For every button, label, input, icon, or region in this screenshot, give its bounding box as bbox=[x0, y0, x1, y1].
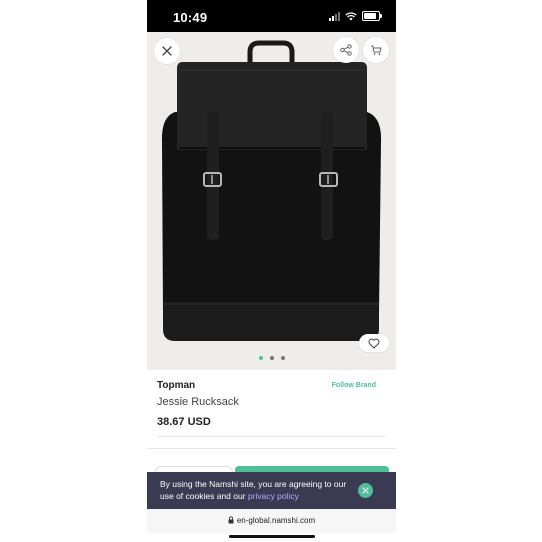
heart-icon bbox=[368, 338, 380, 349]
product-photo bbox=[161, 40, 382, 341]
url-text: en-global.namshi.com bbox=[236, 516, 316, 525]
brand-name[interactable]: Topman bbox=[157, 380, 195, 391]
cookie-message: By using the Namshi site, you are agreei… bbox=[160, 478, 350, 502]
share-button[interactable] bbox=[333, 37, 359, 63]
share-icon bbox=[340, 44, 352, 56]
cart-icon bbox=[371, 45, 382, 55]
home-indicator bbox=[229, 535, 315, 538]
cookie-close-button[interactable] bbox=[358, 483, 373, 498]
status-time: 10:49 bbox=[173, 10, 208, 25]
privacy-policy-link[interactable]: privacy policy bbox=[248, 491, 299, 501]
product-name: Jessie Rucksack bbox=[157, 396, 239, 408]
browser-url-bar[interactable]: en-global.namshi.com bbox=[147, 509, 396, 533]
carousel-dot-active[interactable] bbox=[258, 356, 263, 360]
close-button[interactable] bbox=[154, 38, 180, 64]
close-icon bbox=[362, 487, 369, 494]
carousel-dot[interactable] bbox=[269, 356, 274, 360]
cookie-banner: By using the Namshi site, you are agreei… bbox=[147, 472, 396, 509]
lock-icon bbox=[228, 516, 234, 524]
wishlist-button[interactable] bbox=[359, 334, 389, 352]
status-bar: 10:49 bbox=[147, 0, 396, 32]
divider bbox=[157, 436, 385, 437]
battery-icon bbox=[362, 11, 382, 21]
phone-screen: 10:49 Topman Follow Brand Jessie Rucksac… bbox=[147, 0, 396, 542]
status-icons bbox=[329, 11, 382, 21]
product-image-carousel[interactable] bbox=[147, 32, 396, 370]
follow-brand-link[interactable]: Follow Brand bbox=[332, 382, 376, 389]
wifi-icon bbox=[345, 11, 357, 20]
product-price: 38.67 USD bbox=[157, 416, 211, 428]
carousel-dots bbox=[147, 356, 396, 360]
cart-button[interactable] bbox=[363, 37, 389, 63]
carousel-dot[interactable] bbox=[280, 356, 285, 360]
divider bbox=[147, 448, 396, 449]
signal-icon bbox=[329, 11, 340, 21]
url-display: en-global.namshi.com bbox=[147, 516, 396, 525]
close-icon bbox=[162, 46, 172, 56]
